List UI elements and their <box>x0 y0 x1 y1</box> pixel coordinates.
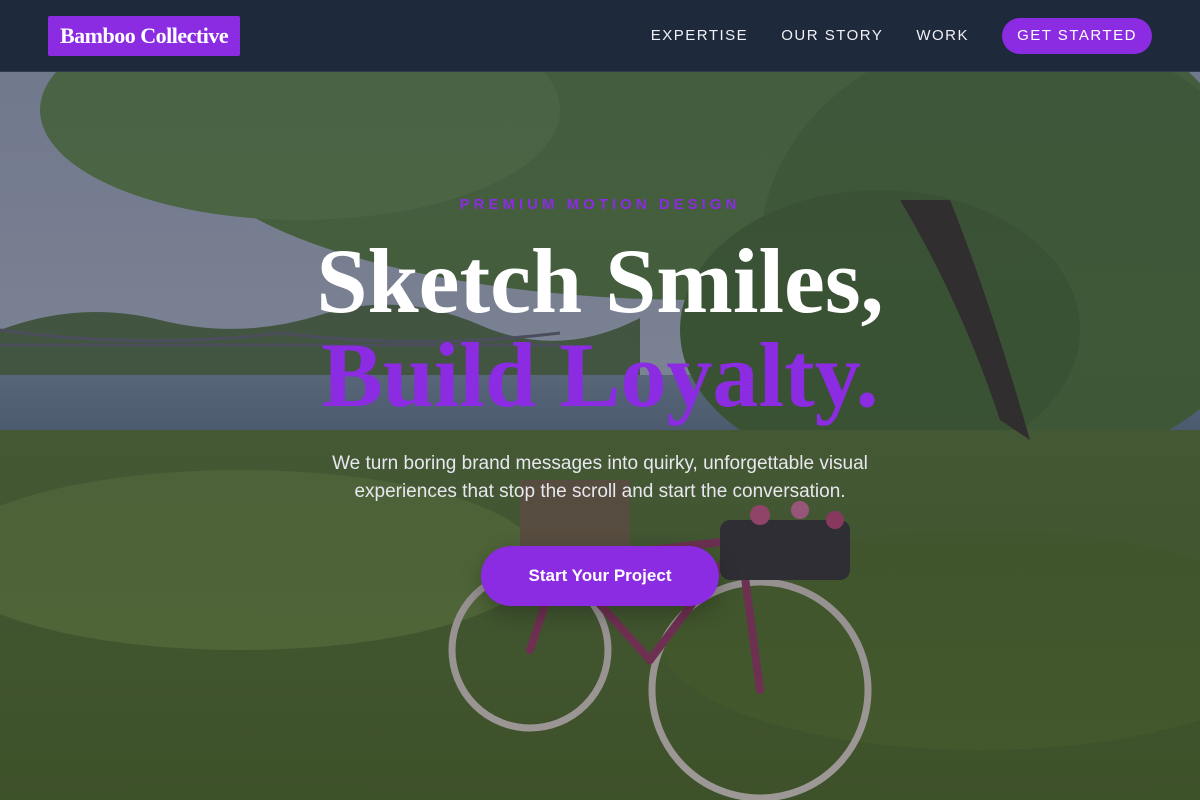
nav-link-our-story[interactable]: OUR STORY <box>781 27 883 44</box>
start-your-project-button[interactable]: Start Your Project <box>481 546 719 606</box>
hero-headline: Sketch Smiles, Build Loyalty. <box>0 234 1200 422</box>
hero-section: PREMIUM MOTION DESIGN Sketch Smiles, Bui… <box>0 72 1200 800</box>
nav-links: EXPERTISE OUR STORY WORK GET STARTED <box>618 17 1152 54</box>
headline-line-2: Build Loyalty. <box>321 324 879 426</box>
brand-logo[interactable]: Bamboo Collective <box>48 15 241 56</box>
hero-subtext: We turn boring brand messages into quirk… <box>332 453 868 502</box>
headline-line-1: Sketch Smiles, <box>316 230 884 332</box>
get-started-button[interactable]: GET STARTED <box>1002 17 1152 54</box>
nav-link-work[interactable]: WORK <box>916 27 969 44</box>
hero-eyebrow: PREMIUM MOTION DESIGN <box>459 196 741 213</box>
top-navbar: Bamboo Collective EXPERTISE OUR STORY WO… <box>0 0 1200 72</box>
nav-link-expertise[interactable]: EXPERTISE <box>651 27 748 44</box>
